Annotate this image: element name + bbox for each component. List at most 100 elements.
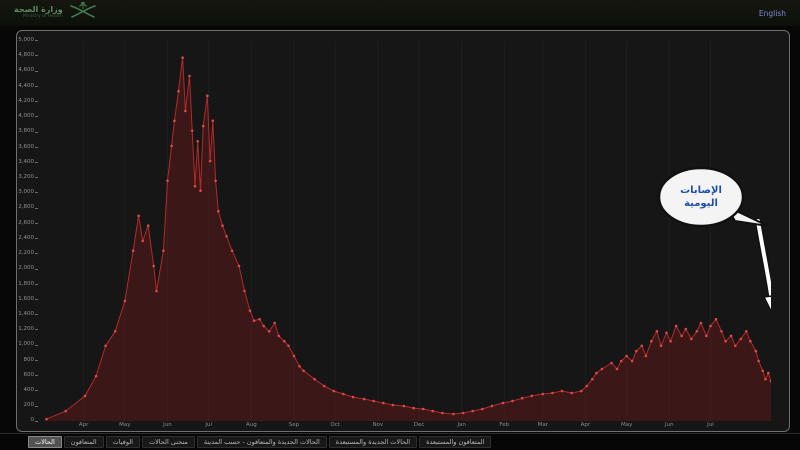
x-axis-tick-label: Dec (414, 423, 425, 429)
data-point (132, 250, 135, 253)
data-point (225, 235, 228, 238)
data-point (665, 332, 668, 335)
data-point (95, 375, 98, 378)
y-axis-tick-label: 4,600 (18, 68, 38, 74)
data-point (298, 365, 301, 368)
data-point (669, 340, 672, 343)
x-axis-tick-label: Aug (246, 423, 257, 429)
y-axis-tick-label: 2,400 (18, 236, 38, 242)
data-point (730, 335, 733, 338)
callout-bubble (659, 168, 743, 226)
data-point (181, 56, 184, 59)
daily-cases-chart[interactable]: الإصاباتاليومية (41, 41, 771, 421)
y-axis-tick-label: 1,800 (18, 282, 38, 288)
data-point (724, 340, 727, 343)
data-point (432, 410, 435, 413)
annotation-arrowhead (764, 295, 771, 315)
data-point (764, 378, 767, 381)
page-tab-bar: الحالاتالمتعافونالوفياتمنحنى الحالاتالحا… (0, 433, 800, 450)
data-point (705, 335, 708, 338)
data-point (412, 407, 415, 410)
y-axis-tick-label: 2,800 (18, 205, 38, 211)
data-point (84, 395, 87, 398)
x-axis-tick-label: Feb (499, 423, 509, 429)
data-point (268, 330, 271, 333)
data-point (749, 340, 752, 343)
data-point (302, 370, 305, 373)
x-axis-tick-label: Sep (289, 423, 299, 429)
data-point (521, 397, 524, 400)
page-tab-2[interactable]: الوفيات (106, 436, 140, 449)
data-point (740, 338, 743, 341)
data-point (64, 410, 67, 413)
data-point (202, 125, 205, 128)
data-point (342, 393, 345, 396)
moh-emblem-icon (68, 1, 98, 25)
data-point (441, 412, 444, 415)
data-point (591, 378, 594, 381)
data-point (610, 362, 613, 365)
data-point (170, 145, 173, 148)
page-tab-3[interactable]: منحنى الحالات (142, 436, 195, 449)
y-axis-tick-label: 2,000 (18, 266, 38, 272)
data-point (188, 75, 191, 78)
data-point (253, 319, 256, 322)
x-axis-tick-label: Mar (538, 423, 548, 429)
data-point (675, 325, 678, 328)
data-point (293, 355, 296, 358)
y-axis-tick-label: 1,200 (18, 327, 38, 333)
annotation-arrow (758, 221, 771, 301)
data-point (173, 120, 176, 123)
data-point (212, 120, 215, 123)
data-point (656, 330, 659, 333)
data-point (502, 402, 505, 405)
data-point (124, 300, 127, 303)
y-axis-tick-label: 4,000 (18, 114, 38, 120)
data-point (162, 250, 165, 253)
data-point (283, 340, 286, 343)
data-point (363, 398, 366, 401)
data-point (471, 410, 474, 413)
data-point (196, 140, 199, 143)
data-point (625, 355, 628, 358)
data-point (595, 372, 598, 375)
language-switch-link[interactable]: English (759, 9, 786, 18)
data-point (620, 360, 623, 363)
y-axis-tick-label: 1,600 (18, 297, 38, 303)
x-axis-tick-label: May (621, 423, 632, 429)
y-axis-tick-label: 3,400 (18, 160, 38, 166)
data-point (382, 402, 385, 405)
data-point (191, 129, 194, 132)
page-tab-4[interactable]: الحالات الجديدة والمتعافون - حسب المدينة (197, 436, 327, 449)
data-point (206, 94, 209, 97)
data-point (685, 328, 688, 331)
y-axis-tick-label: 4,400 (18, 84, 38, 90)
data-point (720, 330, 723, 333)
data-point (715, 318, 718, 321)
data-point (258, 318, 261, 321)
data-point (511, 400, 514, 403)
page-tab-0[interactable]: الحالات (28, 436, 62, 449)
page-tab-6[interactable]: المتعافون والمستبعدة (419, 436, 491, 449)
data-point (542, 393, 545, 396)
data-point (45, 418, 48, 421)
data-point (141, 240, 144, 243)
data-point (660, 345, 663, 348)
x-axis-tick-label: Apr (581, 423, 591, 429)
x-axis-tick-label: Jun (665, 423, 674, 429)
data-point (403, 405, 406, 408)
data-point (155, 290, 158, 293)
data-point (184, 110, 187, 113)
x-axis-tick-label: May (119, 423, 130, 429)
data-point (333, 390, 336, 393)
data-point (580, 390, 583, 393)
top-bar: وزارة الصحة Ministry of Health English (0, 0, 800, 26)
data-point (551, 392, 554, 395)
data-point (531, 395, 534, 398)
y-axis-tick-label: 4,800 (18, 53, 38, 59)
cases-area-fill (47, 58, 772, 421)
page-tab-5[interactable]: الحالات الجديدة والمستبعدة (329, 436, 417, 449)
data-point (561, 390, 564, 393)
data-point (194, 185, 197, 188)
page-tab-1[interactable]: المتعافون (64, 436, 104, 449)
